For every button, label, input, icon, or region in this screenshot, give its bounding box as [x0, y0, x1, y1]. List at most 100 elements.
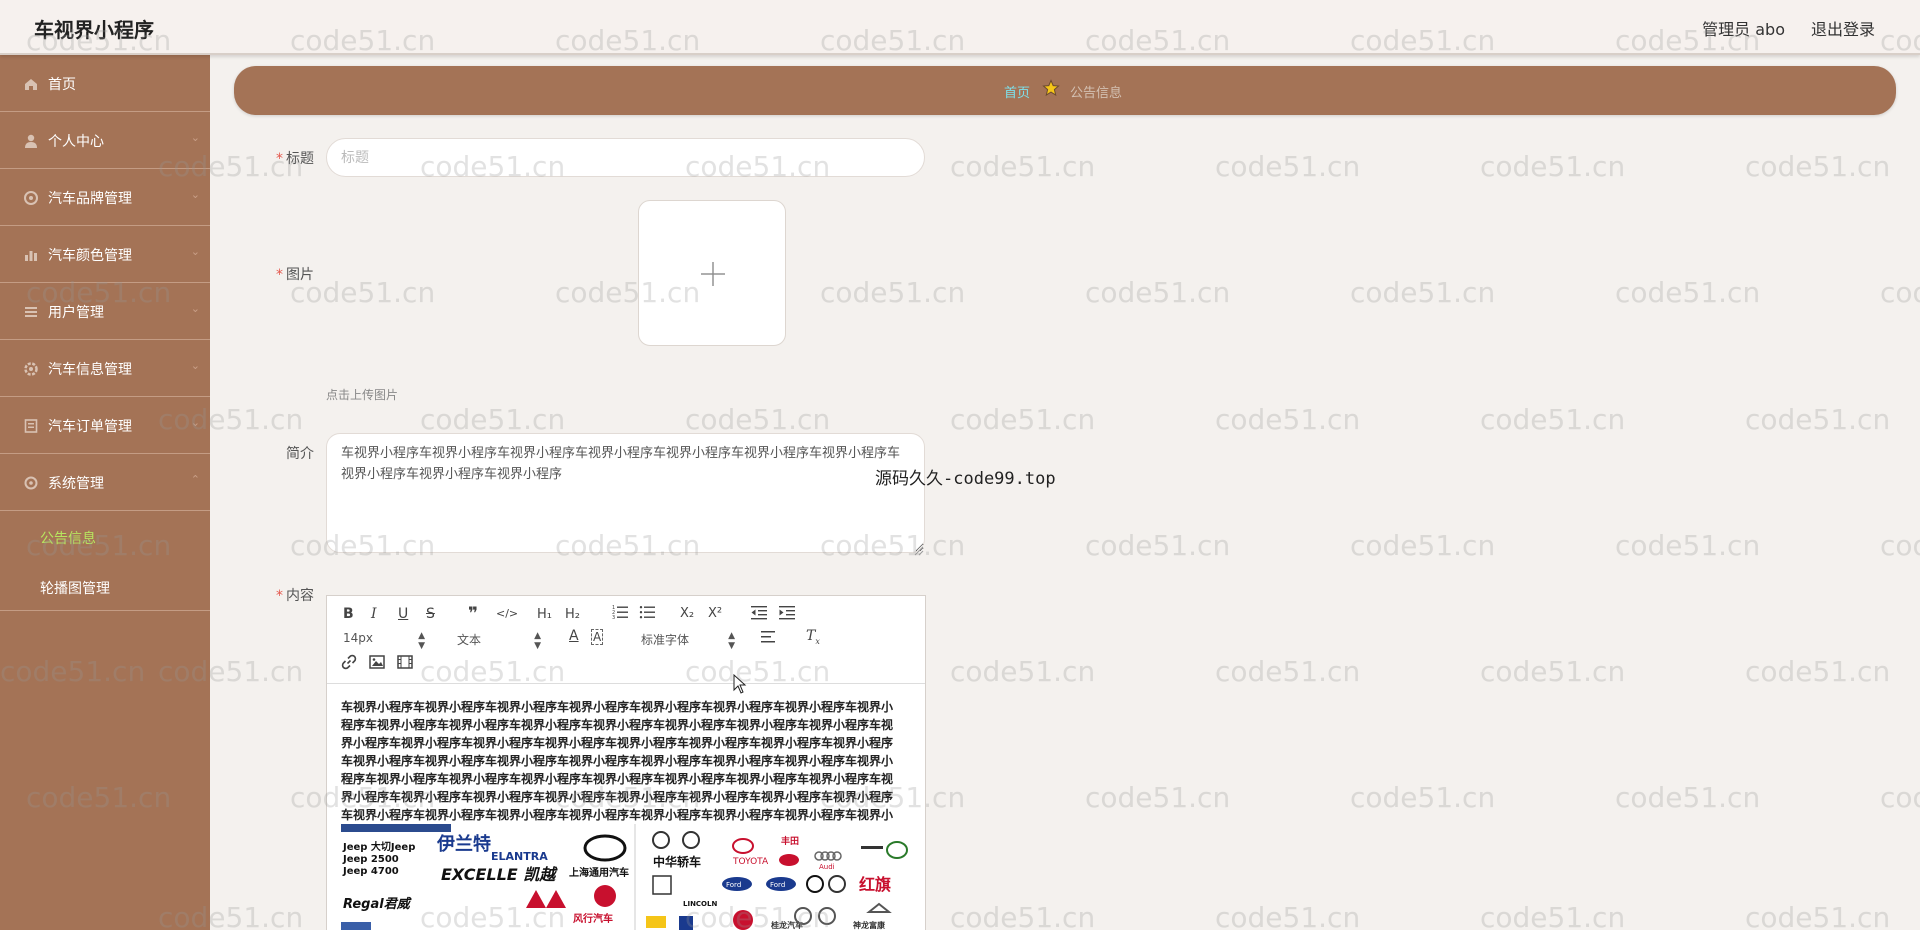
list-icon	[23, 304, 39, 320]
logout-button[interactable]: 退出登录	[1811, 16, 1875, 40]
title-field-label: * 标题	[276, 151, 314, 167]
font-family-select[interactable]: 标准字体 ▲ ▼	[641, 631, 735, 651]
svg-text:Regal君威: Regal君威	[343, 896, 412, 912]
sidebar: 首页 个人中心 ⌄ 汽车品牌管理 ⌄ 汽车颜色管理 ⌄ 用户管理 ⌄ 汽车信息管…	[0, 55, 210, 930]
top-bar: 车视界小程序 管理员 abo 退出登录	[0, 0, 1920, 55]
code-block-icon[interactable]: </>	[496, 607, 518, 620]
svg-text:Ford: Ford	[726, 881, 741, 889]
breadcrumb-home[interactable]: 首页	[1004, 82, 1030, 101]
sidebar-item-label: 个人中心	[48, 134, 104, 150]
align-icon[interactable]	[761, 630, 777, 648]
heading2-icon[interactable]: H₂	[565, 607, 580, 622]
underline-icon[interactable]: U	[398, 606, 408, 622]
settings-icon	[23, 475, 39, 491]
resize-handle-icon[interactable]	[914, 541, 924, 556]
rich-text-editor[interactable]: B I U S ❞ </> H₁ H₂ 123 X₂ X² 14px ▲ ▼ 文本 ▲…	[326, 595, 926, 930]
watermark-text: code51.cn	[1745, 659, 1891, 684]
watermark-text: code51.cn	[950, 659, 1096, 684]
breadcrumb: 首页 公告信息	[234, 66, 1896, 115]
font-color-icon[interactable]: A	[569, 628, 579, 644]
chevron-down-icon: ⌄	[190, 302, 200, 315]
sidebar-subitem-notice[interactable]: 公告信息	[0, 511, 210, 561]
sidebar-item-label: 首页	[48, 77, 76, 93]
breadcrumb-current: 公告信息	[1070, 86, 1123, 101]
bold-icon[interactable]: B	[343, 606, 354, 622]
title-input[interactable]	[326, 138, 925, 177]
svg-text:LINCOLN: LINCOLN	[683, 900, 717, 908]
svg-text:风行汽车: 风行汽车	[573, 912, 613, 925]
watermark-text: code51.cn	[1615, 533, 1761, 558]
svg-text:3: 3	[612, 615, 615, 620]
image-upload-button[interactable]	[638, 200, 786, 346]
ordered-list-icon[interactable]: 123	[612, 604, 628, 624]
editor-content[interactable]: 车视界小程序车视界小程序车视界小程序车视界小程序车视界小程序车视界小程序车视界小…	[341, 698, 901, 842]
watermark-text: code51.cn	[1085, 785, 1231, 810]
font-size-select[interactable]: 14px ▲ ▼	[343, 631, 425, 651]
app-title: 车视界小程序	[34, 18, 154, 42]
outdent-icon[interactable]	[751, 604, 767, 624]
sidebar-item-system[interactable]: 系统管理 ⌃	[0, 454, 210, 511]
svg-text:Audi: Audi	[819, 863, 835, 871]
watermark-text: code51.cn	[1480, 154, 1626, 179]
sidebar-item-orders[interactable]: 汽车订单管理 ⌄	[0, 397, 210, 454]
watermark-text: code51.cn	[420, 407, 566, 432]
svg-text:Ford: Ford	[770, 881, 785, 889]
svg-text:ELANTRA: ELANTRA	[491, 850, 548, 863]
watermark-text: code51.cn	[1350, 280, 1496, 305]
svg-text:上海通用汽车: 上海通用汽车	[569, 866, 629, 879]
sidebar-item-label: 汽车品牌管理	[48, 191, 132, 207]
format-select[interactable]: 文本 ▲ ▼	[457, 631, 541, 651]
sidebar-item-label: 系统管理	[48, 476, 104, 492]
bullet-list-icon[interactable]	[639, 604, 655, 624]
chevron-down-icon: ⌄	[190, 131, 200, 144]
svg-text:EXCELLE 凯越: EXCELLE 凯越	[441, 865, 558, 884]
svg-text:TOYOTA: TOYOTA	[732, 857, 769, 867]
image-icon[interactable]	[369, 654, 385, 674]
summary-field-label: 简介	[286, 446, 314, 462]
sidebar-item-home[interactable]: 首页	[0, 55, 210, 112]
chevron-down-icon: ⌄	[190, 416, 200, 429]
sidebar-subitem-label: 轮播图管理	[40, 581, 110, 597]
summary-textarea[interactable]: 车视界小程序车视界小程序车视界小程序车视界小程序车视界小程序车视界小程序车视界小…	[326, 433, 925, 553]
chevron-down-icon: ⌄	[190, 359, 200, 372]
watermark-text: code51.cn	[950, 154, 1096, 179]
heading1-icon[interactable]: H₁	[537, 607, 552, 622]
plus-icon	[700, 261, 726, 287]
watermark-text: code51.cn	[1480, 659, 1626, 684]
watermark-text: code51.cn	[685, 407, 831, 432]
italic-icon[interactable]: I	[371, 606, 377, 622]
sidebar-item-label: 汽车信息管理	[48, 362, 132, 378]
bar-chart-icon	[23, 247, 39, 263]
video-icon[interactable]	[397, 654, 413, 674]
link-icon[interactable]	[341, 654, 357, 674]
sidebar-subitem-carousel[interactable]: 轮播图管理	[0, 561, 210, 611]
sidebar-item-label: 汽车订单管理	[48, 419, 132, 435]
watermark-text: code51.cn	[1085, 533, 1231, 558]
upload-hint: 点击上传图片	[326, 388, 399, 402]
chevron-down-icon: ⌄	[190, 188, 200, 201]
background-color-icon[interactable]: A	[591, 629, 604, 645]
sidebar-item-brand[interactable]: 汽车品牌管理 ⌄	[0, 169, 210, 226]
chevron-down-icon: ⌄	[190, 245, 200, 258]
sidebar-item-personal-center[interactable]: 个人中心 ⌄	[0, 112, 210, 169]
watermark-text: code51.cn	[1745, 154, 1891, 179]
svg-text:丰田: 丰田	[781, 835, 799, 847]
svg-text:中华轿车: 中华轿车	[653, 854, 701, 869]
blockquote-icon[interactable]: ❞	[468, 604, 478, 624]
strikethrough-icon[interactable]: S	[426, 606, 435, 622]
subscript-icon[interactable]: X₂	[680, 606, 694, 621]
indent-icon[interactable]	[779, 604, 795, 624]
source-note: 源码久久-code99.top	[875, 469, 1056, 489]
svg-text:红旗: 红旗	[859, 875, 891, 894]
sidebar-item-users[interactable]: 用户管理 ⌄	[0, 283, 210, 340]
sidebar-item-car-info[interactable]: 汽车信息管理 ⌄	[0, 340, 210, 397]
image-field-label: * 图片	[276, 267, 314, 283]
svg-text:伊兰特: 伊兰特	[436, 833, 491, 855]
sidebar-item-color[interactable]: 汽车颜色管理 ⌄	[0, 226, 210, 283]
sidebar-item-label: 用户管理	[48, 305, 104, 321]
clear-format-icon[interactable]: Tx	[806, 628, 820, 646]
watermark-text: code51.cn	[1880, 533, 1920, 558]
watermark-text: code51.cn	[1615, 280, 1761, 305]
star-icon	[1042, 79, 1060, 97]
superscript-icon[interactable]: X²	[708, 606, 722, 621]
